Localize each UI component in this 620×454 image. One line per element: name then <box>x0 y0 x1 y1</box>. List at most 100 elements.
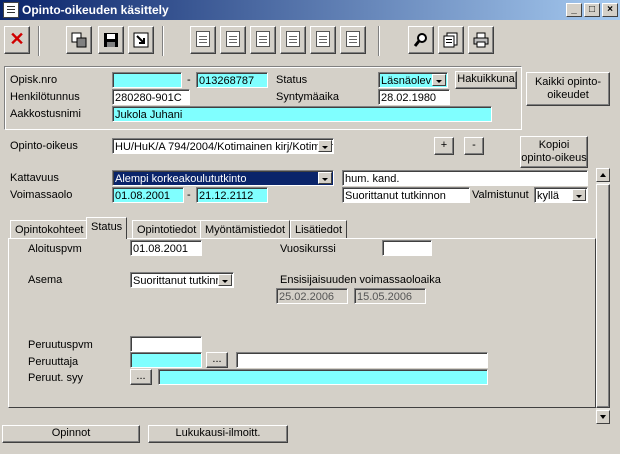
opisk-nro-label: Opisk.nro <box>10 74 58 86</box>
tab-opintokohteet[interactable]: Opintokohteet <box>10 220 89 239</box>
tutkinto-status-input[interactable]: Suorittanut tutkinnon <box>342 187 470 203</box>
close-icon: ✕ <box>9 29 25 50</box>
opinto-oikeus-label: Opinto-oikeus <box>10 140 78 152</box>
syntymaaika-label: Syntymäaika <box>276 91 339 103</box>
peruutuspvm-label: Peruutuspvm <box>28 339 93 351</box>
tab-lisatiedot[interactable]: Lisätiedot <box>290 220 348 239</box>
printer-icon <box>473 32 489 48</box>
scroll-thumb[interactable] <box>596 184 610 408</box>
valmistunut-select[interactable]: kyllä <box>534 187 588 203</box>
maximize-button[interactable]: □ <box>584 3 600 17</box>
delete-document-icon <box>224 31 242 49</box>
kattavuus-select[interactable]: Alempi korkeakoulututkinto <box>112 170 334 186</box>
next-record-icon <box>314 31 332 49</box>
henkilotunnus-label: Henkilötunnus <box>10 91 80 103</box>
search-button[interactable] <box>408 26 434 54</box>
kattavuus-text-input[interactable]: hum. kand. <box>342 170 588 186</box>
app-icon <box>3 2 19 18</box>
valmistunut-label: Valmistunut <box>472 189 529 201</box>
print-button[interactable] <box>468 26 494 54</box>
details-button[interactable] <box>438 26 464 54</box>
window-title: Opinto-oikeuden käsittely <box>22 3 169 17</box>
peruut-syy-lookup-button[interactable]: ... <box>130 369 152 385</box>
arrow-down-icon <box>600 415 606 419</box>
opinto-oikeus-select[interactable]: HU/HuK/A 794/2004/Kotimainen kirj/Kotima… <box>112 138 334 154</box>
status-select[interactable]: Läsnäolev <box>378 72 448 88</box>
opisk-nro-input-2[interactable]: 013268787 <box>196 72 268 88</box>
hakuikkuna-button[interactable]: Hakuikkuna <box>455 71 517 89</box>
peruut-syy-label: Peruut. syy <box>28 372 84 384</box>
chevron-down-icon[interactable] <box>432 74 446 86</box>
voimassaolo-end-input[interactable]: 21.12.2112 <box>196 187 268 203</box>
close-form-button[interactable]: ✕ <box>4 26 30 54</box>
opisk-nro-separator: - <box>187 74 191 86</box>
first-record-icon <box>254 31 272 49</box>
arrow-out-icon <box>133 32 149 48</box>
window-switch-button[interactable] <box>66 26 92 54</box>
toolbar-separator <box>378 26 380 56</box>
windows-icon <box>71 32 87 48</box>
aloituspvm-label: Aloituspvm <box>28 243 82 255</box>
opinnot-button[interactable]: Opinnot <box>2 425 140 443</box>
vuosikurssi-input[interactable] <box>382 240 432 256</box>
syntymaaika-input[interactable]: 28.02.1980 <box>378 89 450 105</box>
asema-select[interactable]: Suorittanut tutkinr <box>130 272 234 288</box>
opisk-nro-input[interactable] <box>112 72 182 88</box>
kopioi-opinto-oikeus-button[interactable]: Kopioi opinto-oikeus <box>520 136 588 168</box>
magnifier-icon <box>413 33 427 47</box>
kaikki-opinto-oikeudet-button[interactable]: Kaikki opinto-oikeudet <box>526 72 610 106</box>
new-record-button[interactable] <box>190 26 216 54</box>
remove-opinto-oikeus-button[interactable]: - <box>464 137 484 155</box>
title-bar: Opinto-oikeuden käsittely _ □ × <box>0 0 620 20</box>
peruuttaja-lookup-button[interactable]: ... <box>206 352 228 368</box>
toolbar-separator <box>38 26 40 56</box>
documents-icon <box>443 32 458 48</box>
lukukausi-ilmoitt-button[interactable]: Lukukausi-ilmoitt. <box>148 425 288 443</box>
peruuttaja-name-input[interactable] <box>236 352 488 368</box>
voimassaolo-start-input[interactable]: 01.08.2001 <box>112 187 184 203</box>
minimize-button[interactable]: _ <box>566 3 582 17</box>
valmistunut-value: kyllä <box>537 190 560 202</box>
chevron-down-icon[interactable] <box>318 140 332 152</box>
chevron-down-icon[interactable] <box>572 189 586 201</box>
status-select-value: Läsnäolev <box>381 75 432 87</box>
aakkostusnimi-label: Aakkostusnimi <box>10 108 81 120</box>
henkilotunnus-input[interactable]: 280280-901C <box>112 89 190 105</box>
aakkostusnimi-input[interactable]: Jukola Juhani <box>112 106 492 122</box>
delete-record-button[interactable] <box>220 26 246 54</box>
vuosikurssi-label: Vuosikurssi <box>280 243 336 255</box>
peruuttaja-label: Peruuttaja <box>28 356 79 368</box>
close-window-button[interactable]: × <box>602 3 618 17</box>
last-record-icon <box>344 31 362 49</box>
save-button[interactable] <box>98 26 124 54</box>
voimassaolo-separator: - <box>187 189 191 201</box>
chevron-down-icon[interactable] <box>318 172 332 184</box>
aloituspvm-input[interactable]: 01.08.2001 <box>130 240 202 256</box>
tab-myontamistiedot[interactable]: Myöntämistiedot <box>200 220 291 239</box>
new-document-icon <box>194 31 212 49</box>
voimassaolo-label: Voimassaolo <box>10 189 73 201</box>
ensisijaisuus-end-input: 15.05.2006 <box>354 288 426 304</box>
previous-record-icon <box>284 31 302 49</box>
peruut-syy-input[interactable] <box>158 369 488 385</box>
peruutuspvm-input[interactable] <box>130 336 202 352</box>
next-record-button[interactable] <box>310 26 336 54</box>
kattavuus-value: Alempi korkeakoulututkinto <box>115 173 247 185</box>
toolbar-separator <box>162 26 164 56</box>
asema-label: Asema <box>28 274 63 286</box>
scroll-down-button[interactable] <box>596 410 610 424</box>
tab-opintotiedot[interactable]: Opintotiedot <box>132 220 202 239</box>
previous-record-button[interactable] <box>280 26 306 54</box>
ensisijaisuus-start-input: 25.02.2006 <box>276 288 348 304</box>
scroll-up-button[interactable] <box>596 168 610 182</box>
last-record-button[interactable] <box>340 26 366 54</box>
add-opinto-oikeus-button[interactable]: + <box>434 137 454 155</box>
first-record-button[interactable] <box>250 26 276 54</box>
chevron-down-icon[interactable] <box>218 274 232 286</box>
peruuttaja-input[interactable] <box>130 352 202 368</box>
export-button[interactable] <box>128 26 154 54</box>
status-label: Status <box>276 74 308 86</box>
opinto-oikeus-value: HU/HuK/A 794/2004/Kotimainen kirj/Kotima… <box>115 141 333 153</box>
arrow-up-icon <box>600 173 606 177</box>
tab-status[interactable]: Status <box>86 217 128 239</box>
